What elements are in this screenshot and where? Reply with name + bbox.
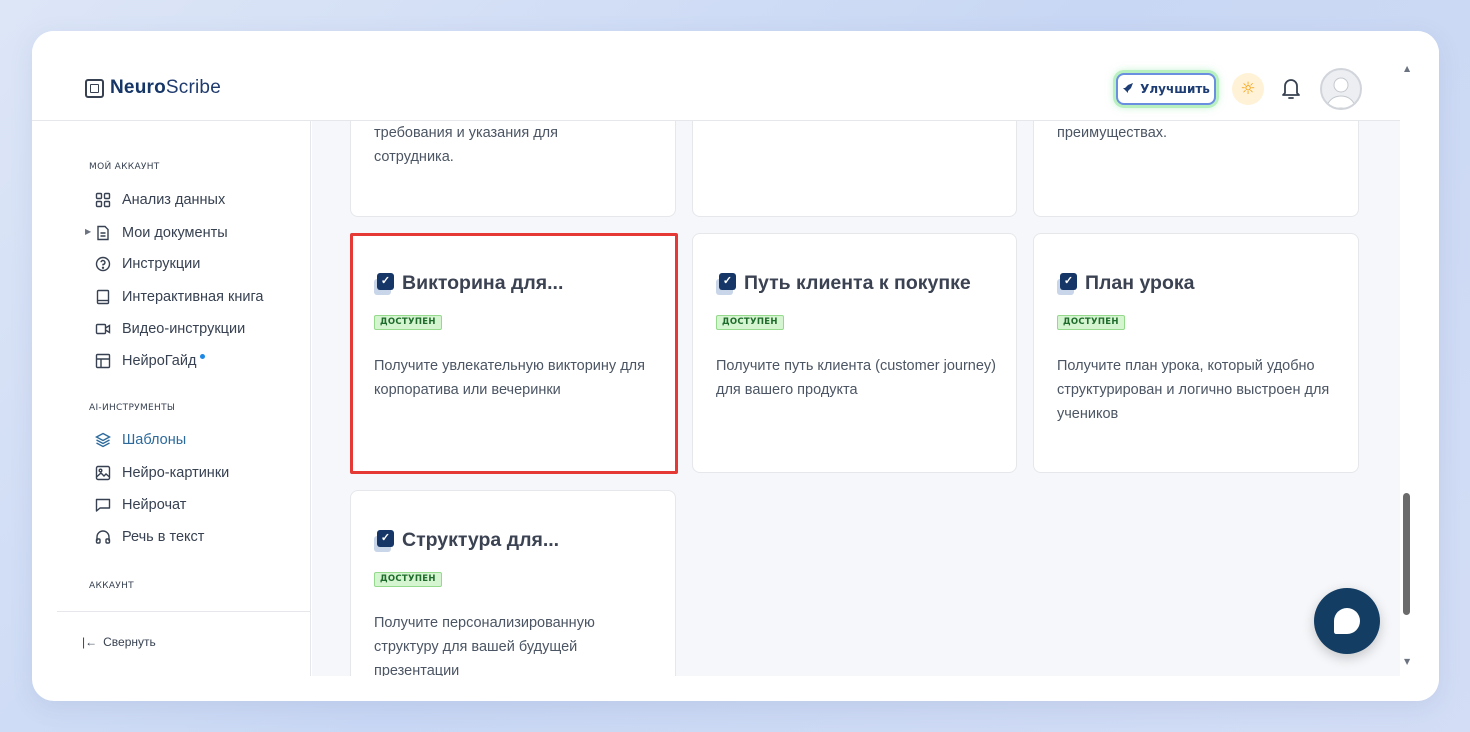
sidebar-item-neuro-images[interactable]: Нейро-картинки (94, 461, 229, 485)
headphones-icon (94, 528, 112, 546)
rocket-icon (1122, 82, 1134, 97)
card-description-line: сотрудника. (374, 149, 454, 165)
card-description-line: преимуществах. (1057, 125, 1168, 141)
template-card-partial-3[interactable]: преимуществах. (1033, 121, 1359, 217)
template-card-partial-1[interactable]: требования и указания для сотрудника. (350, 121, 676, 217)
upgrade-label: Улучшить (1140, 82, 1210, 96)
sidebar-item-video-instructions[interactable]: Видео-инструкции (94, 317, 245, 341)
template-card-lesson-plan[interactable]: ✓ План урока ДОСТУПЕН Получите план урок… (1033, 233, 1359, 473)
sidebar-item-label: Речь в текст (122, 529, 205, 545)
app-logo[interactable]: NeuroScribe (85, 77, 221, 99)
collapse-arrow-icon: |← (82, 635, 98, 649)
card-description-line: требования и указания для (374, 125, 558, 141)
checklist-icon: ✓ (374, 272, 394, 295)
sidebar-item-interactive-book[interactable]: Интерактивная книга (94, 285, 264, 309)
layers-icon (94, 431, 112, 449)
section-label-ai-tools: AI-ИНСТРУМЕНТЫ (89, 403, 176, 413)
chat-bubble-icon (1334, 608, 1360, 634)
card-title-text: Структура для... (402, 529, 560, 551)
section-label-account: АККАУНТ (89, 581, 134, 591)
template-card-quiz[interactable]: ✓ Викторина для... ДОСТУПЕН Получите увл… (350, 233, 678, 474)
caret-right-icon[interactable]: ▶ (85, 227, 91, 236)
help-circle-icon (94, 255, 112, 273)
book-icon (94, 288, 112, 306)
checklist-icon: ✓ (716, 272, 736, 295)
logo-icon (85, 78, 104, 98)
sidebar-item-data-analysis[interactable]: Анализ данных (94, 188, 225, 212)
checklist-icon: ✓ (1057, 272, 1077, 295)
card-title: ✓ Путь клиента к покупке (716, 272, 971, 295)
section-label-my-account: МОЙ АККАУНТ (89, 162, 160, 172)
document-icon (94, 224, 112, 242)
card-description: Получите путь клиента (customer journey)… (716, 358, 997, 398)
sidebar-item-templates[interactable]: Шаблоны (94, 428, 186, 452)
collapse-sidebar-button[interactable]: |← Свернуть (82, 635, 156, 649)
bell-icon (1282, 79, 1300, 99)
logo-text: NeuroScribe (110, 77, 221, 98)
template-card-partial-2[interactable] (692, 121, 1017, 217)
support-chat-button[interactable] (1314, 588, 1380, 654)
chat-icon (94, 496, 112, 514)
scroll-up-arrow-icon[interactable]: ▲ (1404, 64, 1410, 73)
notifications-button[interactable] (1279, 75, 1303, 103)
card-title-text: Викторина для... (402, 272, 564, 294)
card-title-text: Путь клиента к покупке (744, 272, 971, 294)
sidebar-item-neurochat[interactable]: Нейрочат (94, 493, 186, 517)
templates-grid: требования и указания для сотрудника. пр… (312, 121, 1400, 676)
user-avatar[interactable] (1320, 68, 1362, 110)
upgrade-button[interactable]: Улучшить (1116, 73, 1216, 105)
sidebar-item-label: Интерактивная книга (122, 289, 264, 305)
card-description: Получите персонализированную структуру д… (374, 615, 595, 676)
sidebar-item-neuroguide[interactable]: НейроГайд (94, 349, 206, 373)
card-title: ✓ Викторина для... (374, 272, 563, 295)
card-title: ✓ План урока (1057, 272, 1194, 295)
theme-toggle-button[interactable]: ☼ (1232, 73, 1264, 105)
sidebar-item-instructions[interactable]: Инструкции (94, 252, 200, 276)
scroll-down-arrow-icon[interactable]: ▼ (1404, 657, 1410, 666)
video-icon (94, 320, 112, 338)
sidebar-item-label: Инструкции (122, 256, 201, 272)
sidebar-divider (57, 611, 310, 612)
sidebar-item-label: Мои документы (122, 225, 228, 241)
status-badge: ДОСТУПЕН (716, 315, 784, 330)
sun-icon: ☼ (1240, 79, 1256, 99)
sidebar-item-label: Видео-инструкции (122, 321, 246, 337)
template-card-presentation-structure[interactable]: ✓ Структура для... ДОСТУПЕН Получите пер… (350, 490, 676, 676)
sidebar-item-my-documents[interactable]: Мои документы (94, 221, 228, 245)
checklist-icon: ✓ (374, 529, 394, 552)
top-header: NeuroScribe Улучшить ☼ (32, 31, 1400, 121)
sidebar-item-speech-to-text[interactable]: Речь в текст (94, 525, 204, 549)
status-badge: ДОСТУПЕН (374, 315, 442, 330)
template-card-customer-journey[interactable]: ✓ Путь клиента к покупке ДОСТУПЕН Получи… (692, 233, 1017, 473)
status-badge: ДОСТУПЕН (374, 572, 442, 587)
app-window: NeuroScribe Улучшить ☼ МОЙ АККАУНТ Анали… (32, 31, 1439, 701)
status-badge: ДОСТУПЕН (1057, 315, 1125, 330)
sidebar-item-label: Шаблоны (122, 432, 187, 448)
sidebar-item-label: Нейро-картинки (122, 465, 230, 481)
sidebar-item-label: Нейрочат (122, 497, 187, 513)
card-title-text: План урока (1085, 272, 1195, 294)
card-description: Получите увлекательную викторину для кор… (374, 358, 645, 398)
sidebar-item-label: Анализ данных (122, 192, 226, 208)
sidebar: МОЙ АККАУНТ Анализ данных ▶ Мои документ… (32, 121, 311, 676)
card-title: ✓ Структура для... (374, 529, 559, 552)
new-indicator-dot (200, 353, 206, 359)
scrollbar-thumb[interactable] (1403, 493, 1410, 615)
card-description: Получите план урока, который удобно стру… (1057, 358, 1330, 422)
user-icon (1326, 77, 1356, 108)
collapse-label: Свернуть (103, 635, 156, 649)
sidebar-item-label: НейроГайд (122, 353, 197, 369)
image-icon (94, 464, 112, 482)
layout-icon (94, 352, 112, 370)
grid-icon (94, 191, 112, 209)
